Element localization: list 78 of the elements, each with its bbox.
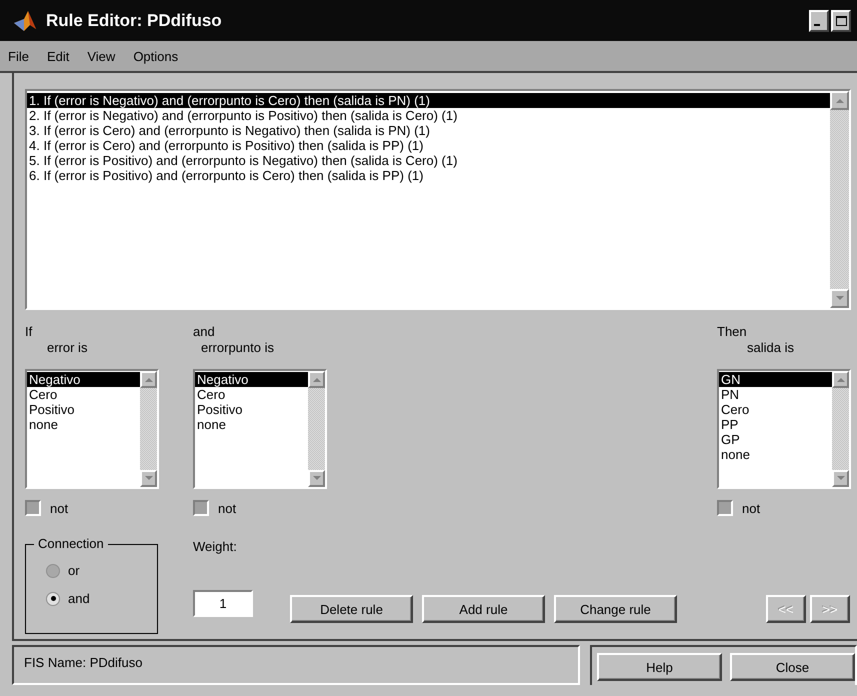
down-arrow-icon: [144, 476, 152, 481]
membership-item[interactable]: PP: [719, 417, 832, 432]
variable-label: error is: [46, 340, 88, 356]
scrollbar[interactable]: [830, 91, 849, 308]
condition-label: Then: [717, 324, 748, 340]
not-label: not: [742, 500, 760, 516]
not-checkbox[interactable]: [717, 500, 733, 516]
not-checkbox[interactable]: [25, 500, 41, 516]
rule-item[interactable]: 3. If (error is Cero) and (errorpunto is Negativo) then (salida is PN) (1): [27, 123, 830, 138]
status-text: FIS Name: PDdifuso: [12, 645, 580, 685]
scroll-down-button[interactable]: [832, 470, 849, 487]
weight-label: Weight:: [193, 539, 238, 554]
scrollbar[interactable]: [308, 371, 325, 487]
variable-label: salida is: [746, 340, 795, 356]
condition-label: If: [25, 324, 34, 340]
dialog-button[interactable]: Help: [597, 653, 722, 681]
membership-item[interactable]: Negativo: [195, 372, 308, 387]
radio-button[interactable]: [46, 564, 60, 578]
membership-item[interactable]: GP: [719, 432, 832, 447]
radio-label: or: [68, 563, 80, 578]
condition-label: and: [193, 324, 216, 340]
membership-item[interactable]: none: [27, 417, 140, 432]
up-arrow-icon: [836, 98, 844, 103]
radio-button[interactable]: [46, 592, 60, 606]
scroll-down-button[interactable]: [140, 470, 157, 487]
scroll-up-button[interactable]: [140, 371, 157, 388]
not-label: not: [50, 500, 68, 516]
menu-item[interactable]: View: [87, 48, 116, 64]
not-label: not: [218, 500, 236, 516]
rule-item[interactable]: 1. If (error is Negativo) and (errorpunto is Cero) then (salida is PN) (1): [27, 93, 830, 108]
scrollbar[interactable]: [140, 371, 157, 487]
scroll-down-button[interactable]: [830, 289, 849, 308]
down-arrow-icon: [836, 296, 844, 301]
down-arrow-icon: [836, 476, 844, 481]
membership-item[interactable]: Negativo: [27, 372, 140, 387]
membership-listbox[interactable]: Negativo Cero Positivo none: [25, 369, 159, 489]
rule-action-button[interactable]: Delete rule: [290, 595, 413, 623]
membership-listbox[interactable]: GN PN Cero PP GP none: [717, 369, 851, 489]
membership-listbox[interactable]: Negativo Cero Positivo none: [193, 369, 327, 489]
rule-action-button[interactable]: Change rule: [554, 595, 677, 623]
membership-item[interactable]: Positivo: [195, 402, 308, 417]
connection-label: Connection: [34, 536, 108, 551]
membership-item[interactable]: Cero: [195, 387, 308, 402]
rule-item[interactable]: 2. If (error is Negativo) and (errorpunto is Positivo) then (salida is Cero) (1): [27, 108, 830, 123]
scroll-down-button[interactable]: [308, 470, 325, 487]
membership-item[interactable]: none: [719, 447, 832, 462]
radio-label: and: [68, 591, 90, 606]
up-arrow-icon: [836, 377, 844, 382]
rule-item[interactable]: 6. If (error is Positivo) and (errorpunto is Cero) then (salida is PP) (1): [27, 168, 830, 183]
menu-item[interactable]: Edit: [46, 48, 70, 64]
membership-item[interactable]: PN: [719, 387, 832, 402]
up-arrow-icon: [312, 377, 320, 382]
membership-item[interactable]: Cero: [719, 402, 832, 417]
dialog-button[interactable]: Close: [730, 653, 855, 681]
minimize-icon: [814, 24, 820, 26]
not-checkbox[interactable]: [193, 500, 209, 516]
up-arrow-icon: [144, 377, 152, 382]
maximize-icon: [836, 16, 846, 26]
rule-item[interactable]: 5. If (error is Positivo) and (errorpunto is Negativo) then (salida is Cero) (1): [27, 153, 830, 168]
maximize-button[interactable]: [831, 10, 851, 32]
menu-item[interactable]: File: [8, 48, 29, 64]
rule-action-button[interactable]: Add rule: [422, 595, 545, 623]
rule-item[interactable]: 4. If (error is Cero) and (errorpunto is Positivo) then (salida is PP) (1): [27, 138, 830, 153]
down-arrow-icon: [312, 476, 320, 481]
scrollbar[interactable]: [832, 371, 849, 487]
membership-item[interactable]: Cero: [27, 387, 140, 402]
membership-item[interactable]: GN: [719, 372, 832, 387]
scroll-up-button[interactable]: [832, 371, 849, 388]
scroll-up-button[interactable]: [830, 91, 849, 110]
app-logo-icon: [12, 8, 38, 32]
membership-item[interactable]: Positivo: [27, 402, 140, 417]
weight-field[interactable]: 1: [193, 590, 253, 617]
membership-item[interactable]: none: [195, 417, 308, 432]
window-title: Rule Editor: PDdifuso: [46, 10, 223, 30]
variable-label: errorpunto is: [200, 340, 275, 356]
minimize-button[interactable]: [809, 10, 829, 32]
scroll-up-button[interactable]: [308, 371, 325, 388]
menu-item[interactable]: Options: [133, 48, 178, 64]
